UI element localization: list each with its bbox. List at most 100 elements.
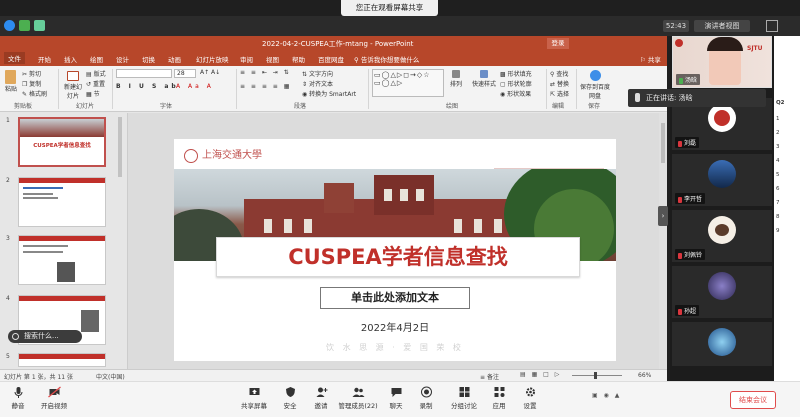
screen: 您正在观看屏幕共享 52:43 演讲者视图 2022-04-2-CUSPEA工作… <box>0 0 800 417</box>
share-button[interactable]: ⚐ 共享 <box>640 54 661 64</box>
tab-help[interactable]: 帮助 <box>292 54 305 64</box>
mute-button[interactable]: 静音 <box>0 386 36 410</box>
view-buttons[interactable]: ▤ ▦ □ ▷ <box>520 371 561 378</box>
copy-button[interactable]: ❐ 复制 <box>22 79 41 88</box>
tell-me-search[interactable]: ⚲ 告诉我你想要做什么 <box>354 54 419 64</box>
slide-thumb-2[interactable] <box>18 177 106 227</box>
shapes-gallery[interactable]: ▭◯△▷◻→◇☆ ▭◯△▷ <box>372 69 444 97</box>
arrange-button[interactable]: 排列 <box>450 70 462 88</box>
video-tile[interactable] <box>672 322 772 366</box>
smartart-button[interactable]: ◉ 转换为 SmartArt <box>302 89 356 98</box>
thumbs-scrollbar[interactable] <box>118 117 122 177</box>
group-clipboard-label: 剪贴板 <box>14 103 33 110</box>
current-slide[interactable]: 上海交通大學 CUSPEA学者信息查找 单击此处添加文本 2022年4月2日 饮… <box>174 139 616 361</box>
participant-name: 刘佩铃 <box>675 249 706 260</box>
tab-animations[interactable]: 动画 <box>168 54 181 64</box>
video-tile[interactable]: 孙超 <box>672 266 772 318</box>
slide-scrollbar[interactable] <box>659 113 667 369</box>
screen-share-banner[interactable]: 您正在观看屏幕共享 <box>341 0 438 16</box>
notes-button[interactable]: ≡ 备注 <box>480 372 499 381</box>
slide-title[interactable]: CUSPEA学者信息查找 <box>216 237 580 277</box>
align-text-button[interactable]: ⇕ 对齐文本 <box>302 79 333 88</box>
ppt-title-bar: 2022-04-2-CUSPEA工作-mtang - PowerPoint 登录 <box>0 36 667 52</box>
shield-icon[interactable] <box>19 20 30 31</box>
record-button[interactable]: 录制 <box>408 386 444 410</box>
sjtu-banner-text: SJTU <box>747 45 763 52</box>
slide-motto: 饮 水 思 源 · 爱 国 荣 校 <box>326 343 464 352</box>
tab-home[interactable]: 开始 <box>38 54 51 64</box>
group-editing-label: 编辑 <box>552 103 565 110</box>
baidu-cloud-icon <box>589 70 601 81</box>
reset-button[interactable]: ↺ 重置 <box>86 79 105 88</box>
group-paragraph-label: 段落 <box>294 103 307 110</box>
save-to-baidu-button[interactable]: 保存到百度网盘 <box>580 70 610 100</box>
participant-name: 孙超 <box>675 305 700 316</box>
end-meeting-button[interactable]: 结束会议 <box>730 391 776 409</box>
share-screen-button[interactable]: 共享屏幕 <box>236 386 272 410</box>
breakout-rooms-button[interactable]: 分组讨论 <box>446 386 482 410</box>
new-slide-icon <box>67 71 79 81</box>
start-video-button[interactable]: 开启视频 <box>36 386 72 410</box>
breakout-rooms-icon <box>459 387 469 397</box>
grow-font-icon[interactable]: A↑ A↓ <box>200 69 220 76</box>
zoom-level[interactable]: 66% <box>638 372 651 379</box>
signal-icon[interactable] <box>34 20 45 31</box>
replace-button[interactable]: ⇄ 替换 <box>550 79 569 88</box>
fullscreen-icon[interactable] <box>766 20 778 32</box>
thumb-number: 3 <box>6 235 10 242</box>
video-tile[interactable]: 刘佩铃 <box>672 210 772 262</box>
font-style-buttons[interactable]: B I U S ab <box>116 83 179 90</box>
font-size-input[interactable]: 28 <box>174 69 196 78</box>
list-buttons[interactable]: ≡ ≡ ⇤ ⇥ ⇅ <box>240 69 291 76</box>
avatar <box>708 216 736 244</box>
subtitle-placeholder[interactable]: 单击此处添加文本 <box>320 287 470 309</box>
tab-design[interactable]: 设计 <box>116 54 129 64</box>
tray-icons[interactable]: ▣ ◉ ▲ <box>592 392 622 406</box>
slide-thumb-5[interactable] <box>18 353 106 367</box>
shape-effects-button[interactable]: ◉ 形状效果 <box>500 89 531 98</box>
slide-thumb-3[interactable] <box>18 235 106 285</box>
settings-button[interactable]: 设置 <box>512 386 548 410</box>
thumb-number: 1 <box>6 117 10 124</box>
meeting-timer: 52:43 <box>663 20 689 32</box>
tab-transitions[interactable]: 切换 <box>142 54 155 64</box>
tab-review[interactable]: 审阅 <box>240 54 253 64</box>
invite-button[interactable]: 邀请 <box>303 386 339 410</box>
paste-button[interactable]: 粘贴 <box>5 70 17 93</box>
video-tile-host[interactable]: SJTU 汤晗 <box>672 36 772 88</box>
font-name-input[interactable] <box>116 69 172 78</box>
ppt-status-bar: 幻灯片 第 1 张，共 11 张 中文(中国) ≡ 备注 ▤ ▦ □ ▷ 66% <box>0 369 667 381</box>
font-color-buttons[interactable]: A Aa A <box>176 83 214 90</box>
shape-outline-button[interactable]: ▢ 形状轮廓 <box>500 79 532 88</box>
slide-thumb-1[interactable]: CUSPEA学者信息查找 <box>18 117 106 167</box>
tab-view[interactable]: 视图 <box>266 54 279 64</box>
format-painter-button[interactable]: ✎ 格式刷 <box>22 89 47 98</box>
participants-gallery: SJTU 汤晗 刘磊 李开哲 刘佩铃 孙超 <box>670 36 774 381</box>
align-buttons[interactable]: ≡ ≡ ≡ ≡ ▦ <box>240 83 291 90</box>
section-button[interactable]: ▦ 节 <box>86 89 100 98</box>
shape-fill-button[interactable]: ▩ 形状填充 <box>500 69 532 78</box>
participants-button[interactable]: 管理成员(22) <box>338 386 378 410</box>
login-button[interactable]: 登录 <box>547 38 569 49</box>
tab-insert[interactable]: 插入 <box>64 54 77 64</box>
layout-button[interactable]: ▤ 版式 <box>86 69 106 78</box>
view-toggle-button[interactable]: 演讲者视图 <box>694 20 750 32</box>
new-slide-button[interactable]: 新建幻灯片 <box>62 71 84 100</box>
tab-slideshow[interactable]: 幻灯片放映 <box>196 54 229 64</box>
slide-date[interactable]: 2022年4月2日 <box>174 319 616 334</box>
text-direction-button[interactable]: ⇅ 文字方向 <box>302 69 333 78</box>
find-button[interactable]: ⚲ 查找 <box>550 69 568 78</box>
info-icon[interactable] <box>4 20 15 31</box>
quick-styles-button[interactable]: 快速样式 <box>472 70 496 88</box>
tab-baidu[interactable]: 百度网盘 <box>318 54 344 64</box>
language-indicator[interactable]: 中文(中国) <box>96 372 125 381</box>
zoom-meeting-toolbar: 静音 开启视频 共享屏幕 安全 邀请 管理成员(22) 聊天 录制 分组讨论 应… <box>0 381 800 417</box>
zoom-search-pill[interactable]: 搜索什么... <box>8 330 82 343</box>
select-button[interactable]: ⇱ 选择 <box>550 89 569 98</box>
cut-button[interactable]: ✂ 剪切 <box>22 69 41 78</box>
video-tile[interactable]: 李开哲 <box>672 154 772 206</box>
tab-file[interactable]: 文件 <box>4 52 25 64</box>
collapse-gallery-button[interactable]: › <box>658 206 668 226</box>
tab-draw[interactable]: 绘图 <box>90 54 103 64</box>
video-camera-icon <box>47 386 61 398</box>
